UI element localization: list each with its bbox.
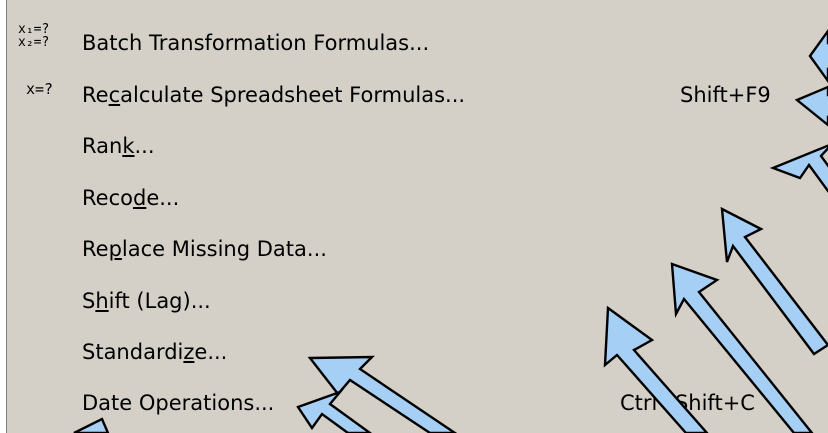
callout-arrow-icon — [720, 206, 828, 356]
callout-arrow-icon — [603, 305, 709, 433]
callout-arrow-icon — [769, 144, 828, 194]
callout-arrow-icon — [296, 389, 373, 433]
callout-arrow-icon — [670, 262, 814, 433]
callout-arrow-icon — [808, 28, 828, 84]
callout-arrow-icon — [73, 417, 110, 433]
callout-arrow-icon — [794, 85, 828, 127]
callout-arrows-overlay — [73, 28, 828, 433]
